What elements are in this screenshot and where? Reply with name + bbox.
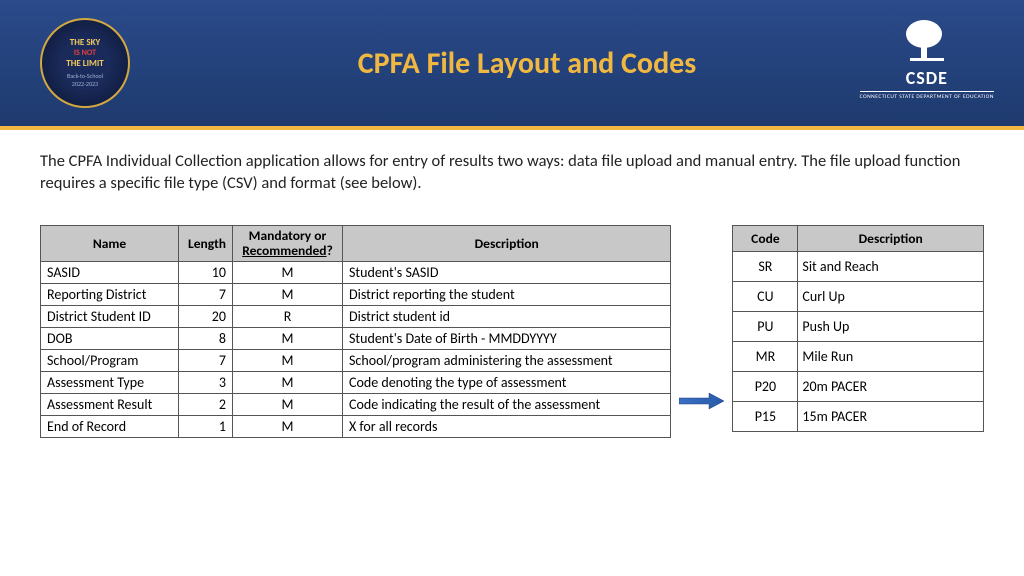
cell-desc: Student's Date of Birth - MMDDYYYY — [343, 327, 671, 349]
table-row: District Student ID 20 R District studen… — [41, 305, 671, 327]
cell-desc: X for all records — [343, 415, 671, 437]
table-row: MR Mile Run — [733, 341, 984, 371]
cell-length: 3 — [179, 371, 233, 393]
cell-code: SR — [733, 251, 798, 281]
table-header-row: Code Description — [733, 225, 984, 251]
header-name: Name — [41, 225, 179, 261]
cell-mr: M — [233, 261, 343, 283]
file-layout-table: Name Length Mandatory or Recommended? De… — [40, 225, 671, 438]
cell-code: MR — [733, 341, 798, 371]
slide-title: CPFA File Layout and Codes — [70, 45, 984, 82]
cell-length: 7 — [179, 349, 233, 371]
badge-line3: THE LIMIT — [66, 59, 104, 70]
cell-code: P20 — [733, 371, 798, 401]
cell-code: CU — [733, 281, 798, 311]
table-row: P20 20m PACER — [733, 371, 984, 401]
cell-desc: Student's SASID — [343, 261, 671, 283]
cell-name: DOB — [41, 327, 179, 349]
cell-name: End of Record — [41, 415, 179, 437]
cell-name: School/Program — [41, 349, 179, 371]
header-length: Length — [179, 225, 233, 261]
cell-length: 8 — [179, 327, 233, 349]
cell-name: Assessment Result — [41, 393, 179, 415]
table-row: DOB 8 M Student's Date of Birth - MMDDYY… — [41, 327, 671, 349]
cell-desc: Mile Run — [798, 341, 984, 371]
cell-code: PU — [733, 311, 798, 341]
cell-length: 1 — [179, 415, 233, 437]
slide-content: The CPFA Individual Collection applicati… — [0, 130, 1024, 438]
table-row: SASID 10 M Student's SASID — [41, 261, 671, 283]
cell-mr: R — [233, 305, 343, 327]
cell-mr: M — [233, 327, 343, 349]
intro-text: The CPFA Individual Collection applicati… — [40, 150, 984, 195]
cell-length: 10 — [179, 261, 233, 283]
cell-length: 20 — [179, 305, 233, 327]
cell-mr: M — [233, 349, 343, 371]
table-row: End of Record 1 M X for all records — [41, 415, 671, 437]
sky-badge: THE SKY IS NOT THE LIMIT Back-to-School … — [40, 18, 130, 108]
cell-desc: District student id — [343, 305, 671, 327]
cell-length: 2 — [179, 393, 233, 415]
badge-line5: 2022-2023 — [72, 81, 98, 88]
cell-mr: M — [233, 393, 343, 415]
table-header-row: Name Length Mandatory or Recommended? De… — [41, 225, 671, 261]
table-row: Assessment Type 3 M Code denoting the ty… — [41, 371, 671, 393]
cell-desc: Code indicating the result of the assess… — [343, 393, 671, 415]
cell-desc: Sit and Reach — [798, 251, 984, 281]
cell-mr: M — [233, 415, 343, 437]
cell-mr: M — [233, 371, 343, 393]
cell-name: SASID — [41, 261, 179, 283]
table-row: CU Curl Up — [733, 281, 984, 311]
header-description: Description — [343, 225, 671, 261]
header-mandatory: Mandatory or Recommended? — [233, 225, 343, 261]
codes-table: Code Description SR Sit and ReachCU Curl… — [732, 225, 984, 432]
cell-name: District Student ID — [41, 305, 179, 327]
logo-text: CSDE — [860, 67, 994, 89]
cell-desc: Push Up — [798, 311, 984, 341]
logo-subtitle: CONNECTICUT STATE DEPARTMENT OF EDUCATIO… — [860, 91, 994, 100]
cell-length: 7 — [179, 283, 233, 305]
slide-header: THE SKY IS NOT THE LIMIT Back-to-School … — [0, 0, 1024, 130]
cell-code: P15 — [733, 401, 798, 431]
tree-icon — [860, 18, 994, 69]
cell-desc: 20m PACER — [798, 371, 984, 401]
table-row: Reporting District 7 M District reportin… — [41, 283, 671, 305]
table-row: Assessment Result 2 M Code indicating th… — [41, 393, 671, 415]
table-row: P15 15m PACER — [733, 401, 984, 431]
arrow-icon — [679, 391, 724, 411]
cell-mr: M — [233, 283, 343, 305]
cell-desc: 15m PACER — [798, 401, 984, 431]
table-row: PU Push Up — [733, 311, 984, 341]
table-row: SR Sit and Reach — [733, 251, 984, 281]
cell-name: Reporting District — [41, 283, 179, 305]
csde-logo: CSDE CONNECTICUT STATE DEPARTMENT OF EDU… — [860, 18, 994, 100]
cell-desc: Curl Up — [798, 281, 984, 311]
cell-desc: District reporting the student — [343, 283, 671, 305]
cell-desc: Code denoting the type of assessment — [343, 371, 671, 393]
tables-container: Name Length Mandatory or Recommended? De… — [40, 225, 984, 438]
cell-desc: School/program administering the assessm… — [343, 349, 671, 371]
header-description: Description — [798, 225, 984, 251]
header-code: Code — [733, 225, 798, 251]
table-row: School/Program 7 M School/program admini… — [41, 349, 671, 371]
cell-name: Assessment Type — [41, 371, 179, 393]
